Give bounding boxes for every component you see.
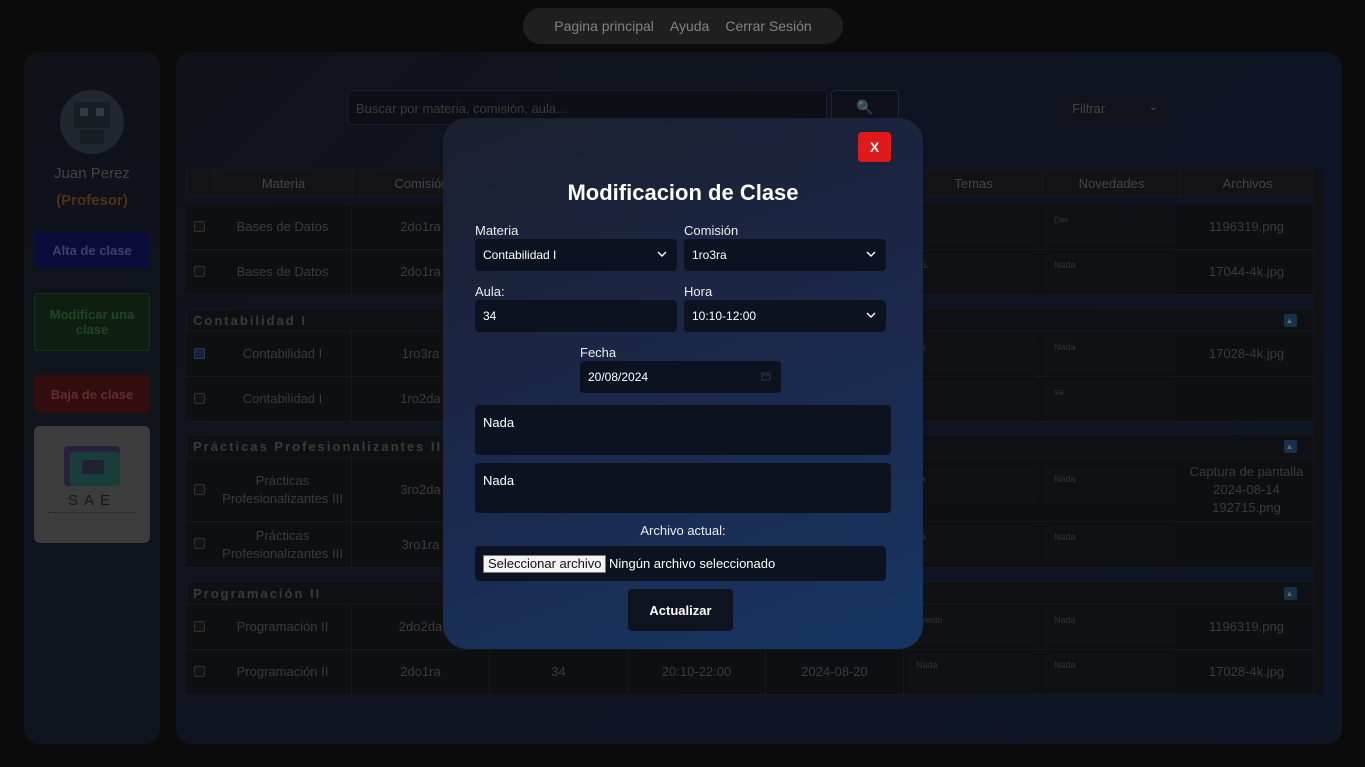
aula-input[interactable]: 34 bbox=[475, 300, 677, 332]
modal-title: Modificacion de Clase bbox=[567, 180, 799, 205]
close-button[interactable]: X bbox=[858, 132, 891, 162]
hora-label: Hora bbox=[684, 284, 713, 299]
fecha-label: Fecha bbox=[580, 345, 617, 360]
temas-textarea[interactable]: Nada bbox=[475, 405, 891, 455]
update-button[interactable]: Actualizar bbox=[628, 589, 733, 631]
chevron-down-icon bbox=[866, 251, 876, 257]
comision-label: Comisión bbox=[684, 223, 739, 238]
materia-label: Materia bbox=[475, 223, 519, 238]
calendar-icon bbox=[761, 372, 771, 381]
aula-label: Aula: bbox=[475, 284, 505, 299]
materia-select[interactable]: Contabilidad I bbox=[475, 239, 677, 271]
comision-select[interactable]: 1ro3ra bbox=[684, 239, 886, 271]
file-input: Seleccionar archivo Ningún archivo selec… bbox=[475, 546, 886, 581]
chevron-down-icon bbox=[657, 251, 667, 257]
file-status: Ningún archivo seleccionado bbox=[609, 556, 776, 571]
fecha-input[interactable]: 20/08/2024 bbox=[580, 361, 781, 393]
select-file-button[interactable]: Seleccionar archivo bbox=[483, 555, 607, 573]
edit-class-modal: X Modificacion de Clase Materia Contabil… bbox=[443, 118, 923, 649]
novedades-textarea[interactable]: Nada bbox=[475, 463, 891, 513]
chevron-down-icon bbox=[866, 312, 876, 318]
archivo-label: Archivo actual: bbox=[640, 523, 726, 538]
hora-select[interactable]: 10:10-12:00 bbox=[684, 300, 886, 332]
